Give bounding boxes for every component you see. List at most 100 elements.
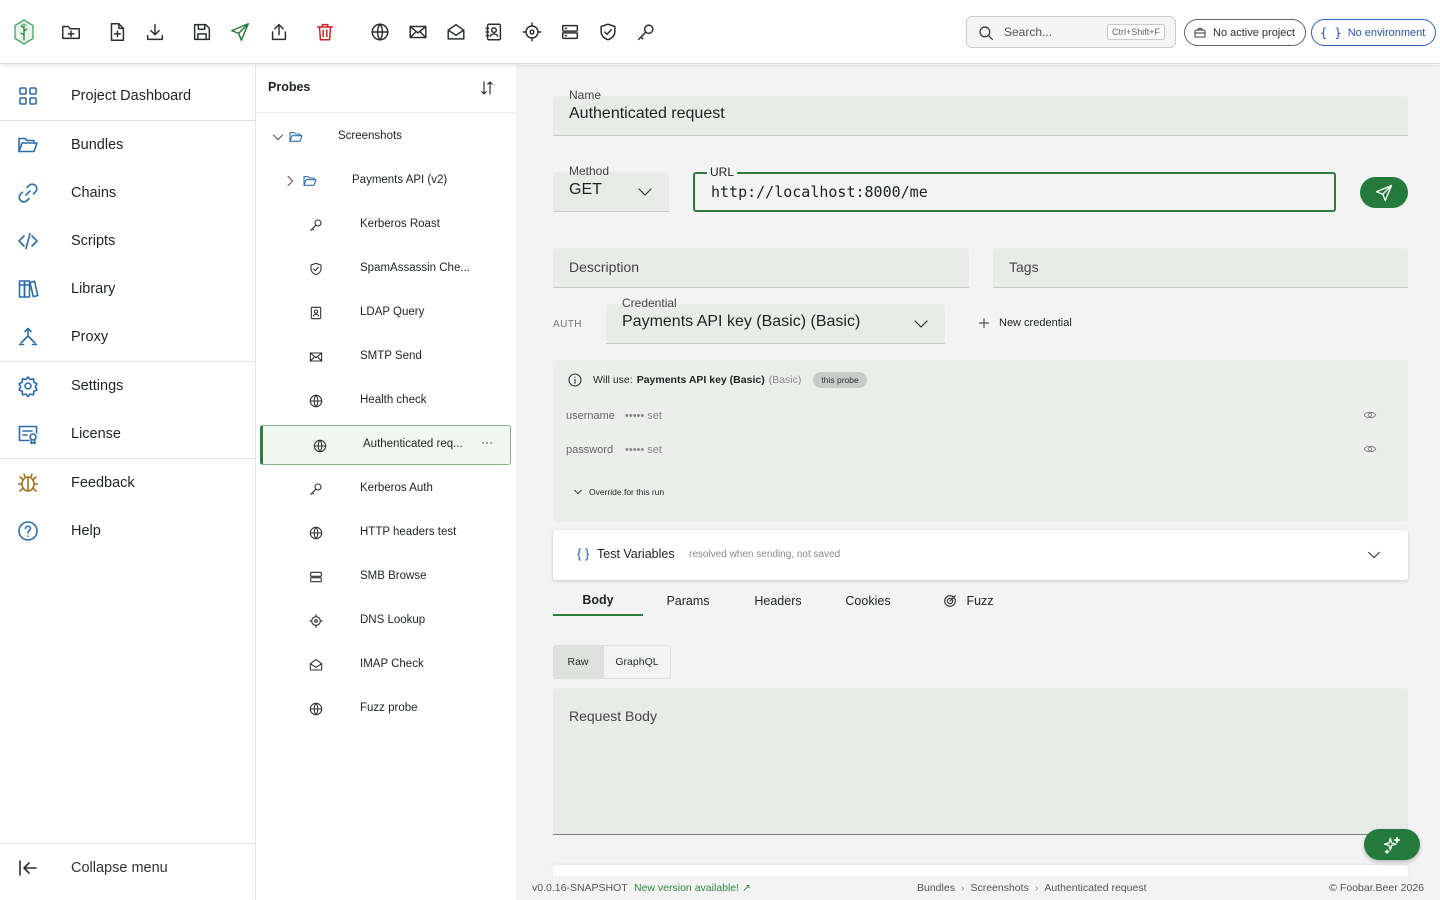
nav-label: License xyxy=(71,426,121,442)
import-icon[interactable] xyxy=(143,20,167,44)
nav-label: Project Dashboard xyxy=(71,88,192,104)
method-value: GET xyxy=(569,181,602,198)
globe-icon xyxy=(308,701,324,717)
globe-icon xyxy=(308,525,324,541)
nav-settings[interactable]: Settings xyxy=(0,362,255,410)
export-icon[interactable] xyxy=(267,20,291,44)
crosshair-icon[interactable] xyxy=(520,20,544,44)
braces-icon: { } xyxy=(1320,25,1342,40)
send-request-button[interactable] xyxy=(1360,177,1408,208)
body-mode-raw[interactable]: Raw xyxy=(553,645,603,679)
probes-header: Probes xyxy=(256,65,516,113)
send-icon[interactable] xyxy=(228,20,252,44)
tags-field[interactable]: Tags xyxy=(993,248,1408,288)
nav-proxy[interactable]: Proxy xyxy=(0,313,255,361)
sparkles-icon xyxy=(1382,835,1402,855)
probe-item[interactable]: SMB Browse xyxy=(260,557,511,597)
nav-label: Collapse menu xyxy=(71,860,168,876)
globe-icon[interactable] xyxy=(368,20,392,44)
new-file-icon[interactable] xyxy=(105,20,129,44)
project-pill-label: No active project xyxy=(1213,26,1295,39)
test-variables-panel[interactable]: { } Test Variables resolved when sending… xyxy=(553,530,1408,580)
override-toggle[interactable]: Override for this run xyxy=(573,487,664,497)
name-label: Name xyxy=(569,88,602,102)
save-icon[interactable] xyxy=(190,20,214,44)
new-credential-button[interactable]: New credential xyxy=(977,316,1072,330)
credential-summary: Will use: Payments API key (Basic) (Basi… xyxy=(553,360,1408,522)
copyright: © Foobar.Beer 2026 xyxy=(1329,882,1424,894)
name-field[interactable]: Name Authenticated request xyxy=(553,88,1408,136)
status-bar: v0.0.16-SNAPSHOT New version available! … xyxy=(516,876,1440,900)
tree-folder-payments-api[interactable]: Payments API (v2) xyxy=(260,161,511,201)
probe-item[interactable]: HTTP headers test xyxy=(260,513,511,553)
probes-panel: Probes Screenshots Payments API (v2) Ker… xyxy=(256,65,516,900)
project-selector[interactable]: No active project xyxy=(1184,19,1306,46)
tree-folder-screenshots[interactable]: Screenshots xyxy=(260,117,511,157)
breadcrumb-item[interactable]: Screenshots xyxy=(970,882,1028,894)
nav-library[interactable]: Library xyxy=(0,265,255,313)
graphql-label: GraphQL xyxy=(615,656,659,668)
environment-selector[interactable]: { } No environment xyxy=(1311,19,1437,46)
probe-item-selected[interactable]: Authenticated req... ··· xyxy=(260,425,511,465)
nav-license[interactable]: License xyxy=(0,410,255,458)
folder-open-icon xyxy=(288,129,304,145)
mail-icon[interactable] xyxy=(406,20,430,44)
nav-chains[interactable]: Chains xyxy=(0,169,255,217)
nav-bundles[interactable]: Bundles xyxy=(0,121,255,169)
tab-cookies[interactable]: Cookies xyxy=(823,586,913,616)
probe-item[interactable]: SMTP Send xyxy=(260,337,511,377)
new-folder-icon[interactable] xyxy=(59,20,83,44)
probe-item[interactable]: SpamAssassin Che... xyxy=(260,249,511,289)
breadcrumb-item[interactable]: Bundles xyxy=(917,882,955,894)
new-credential-label: New credential xyxy=(999,317,1072,329)
code-icon xyxy=(16,229,40,253)
nav-project-dashboard[interactable]: Project Dashboard xyxy=(0,72,255,120)
chevron-down-icon[interactable] xyxy=(270,129,286,145)
tab-params[interactable]: Params xyxy=(643,586,733,616)
braces-icon: { } xyxy=(577,546,590,561)
probe-item[interactable]: Kerberos Auth xyxy=(260,469,511,509)
delete-icon[interactable] xyxy=(313,20,337,44)
name-value: Authenticated request xyxy=(569,105,725,122)
nav-help[interactable]: Help xyxy=(0,507,255,555)
probe-item[interactable]: Kerberos Roast xyxy=(260,205,511,245)
key-icon[interactable] xyxy=(634,20,658,44)
nav-label: Proxy xyxy=(71,329,109,345)
credential-select[interactable]: Credential Payments API key (Basic) (Bas… xyxy=(606,296,945,344)
mail-open-icon[interactable] xyxy=(444,20,468,44)
password-value: ••••• set xyxy=(625,444,662,456)
request-body-input[interactable]: Request Body xyxy=(553,688,1408,835)
url-input[interactable]: URL http://localhost:8000/me xyxy=(693,165,1336,212)
probe-label: SMTP Send xyxy=(360,350,422,362)
method-select[interactable]: Method GET xyxy=(553,164,669,212)
new-version-link[interactable]: New version available! ↗ xyxy=(634,882,751,894)
search-box[interactable]: Search... Ctrl+Shift+F xyxy=(966,16,1176,48)
probe-item[interactable]: LDAP Query xyxy=(260,293,511,333)
shield-check-icon[interactable] xyxy=(596,20,620,44)
probe-item[interactable]: DNS Lookup xyxy=(260,601,511,641)
body-mode-graphql[interactable]: GraphQL xyxy=(603,645,671,679)
more-options-icon[interactable]: ··· xyxy=(481,435,493,449)
collapse-menu-button[interactable]: Collapse menu xyxy=(0,844,255,892)
eye-icon[interactable] xyxy=(1363,442,1377,456)
tab-fuzz[interactable]: Fuzz xyxy=(923,586,1013,616)
chevron-right-icon[interactable] xyxy=(282,173,298,189)
probe-item[interactable]: Health check xyxy=(260,381,511,421)
server-icon[interactable] xyxy=(558,20,582,44)
credential-label: Credential xyxy=(622,296,677,310)
chevron-down-icon xyxy=(635,183,655,201)
nav-scripts[interactable]: Scripts xyxy=(0,217,255,265)
target-icon xyxy=(942,593,958,609)
probe-item[interactable]: IMAP Check xyxy=(260,645,511,685)
sort-icon[interactable] xyxy=(478,79,496,97)
probe-item[interactable]: Fuzz probe xyxy=(260,689,511,729)
ai-assistant-button[interactable] xyxy=(1364,829,1420,860)
contact-book-icon[interactable] xyxy=(482,20,506,44)
nav-feedback[interactable]: Feedback xyxy=(0,459,255,507)
eye-icon[interactable] xyxy=(1363,408,1377,422)
probe-label: LDAP Query xyxy=(360,306,425,318)
tab-headers[interactable]: Headers xyxy=(733,586,823,616)
description-field[interactable]: Description xyxy=(553,248,969,288)
send-icon xyxy=(1374,183,1394,203)
tab-body[interactable]: Body xyxy=(553,586,643,616)
